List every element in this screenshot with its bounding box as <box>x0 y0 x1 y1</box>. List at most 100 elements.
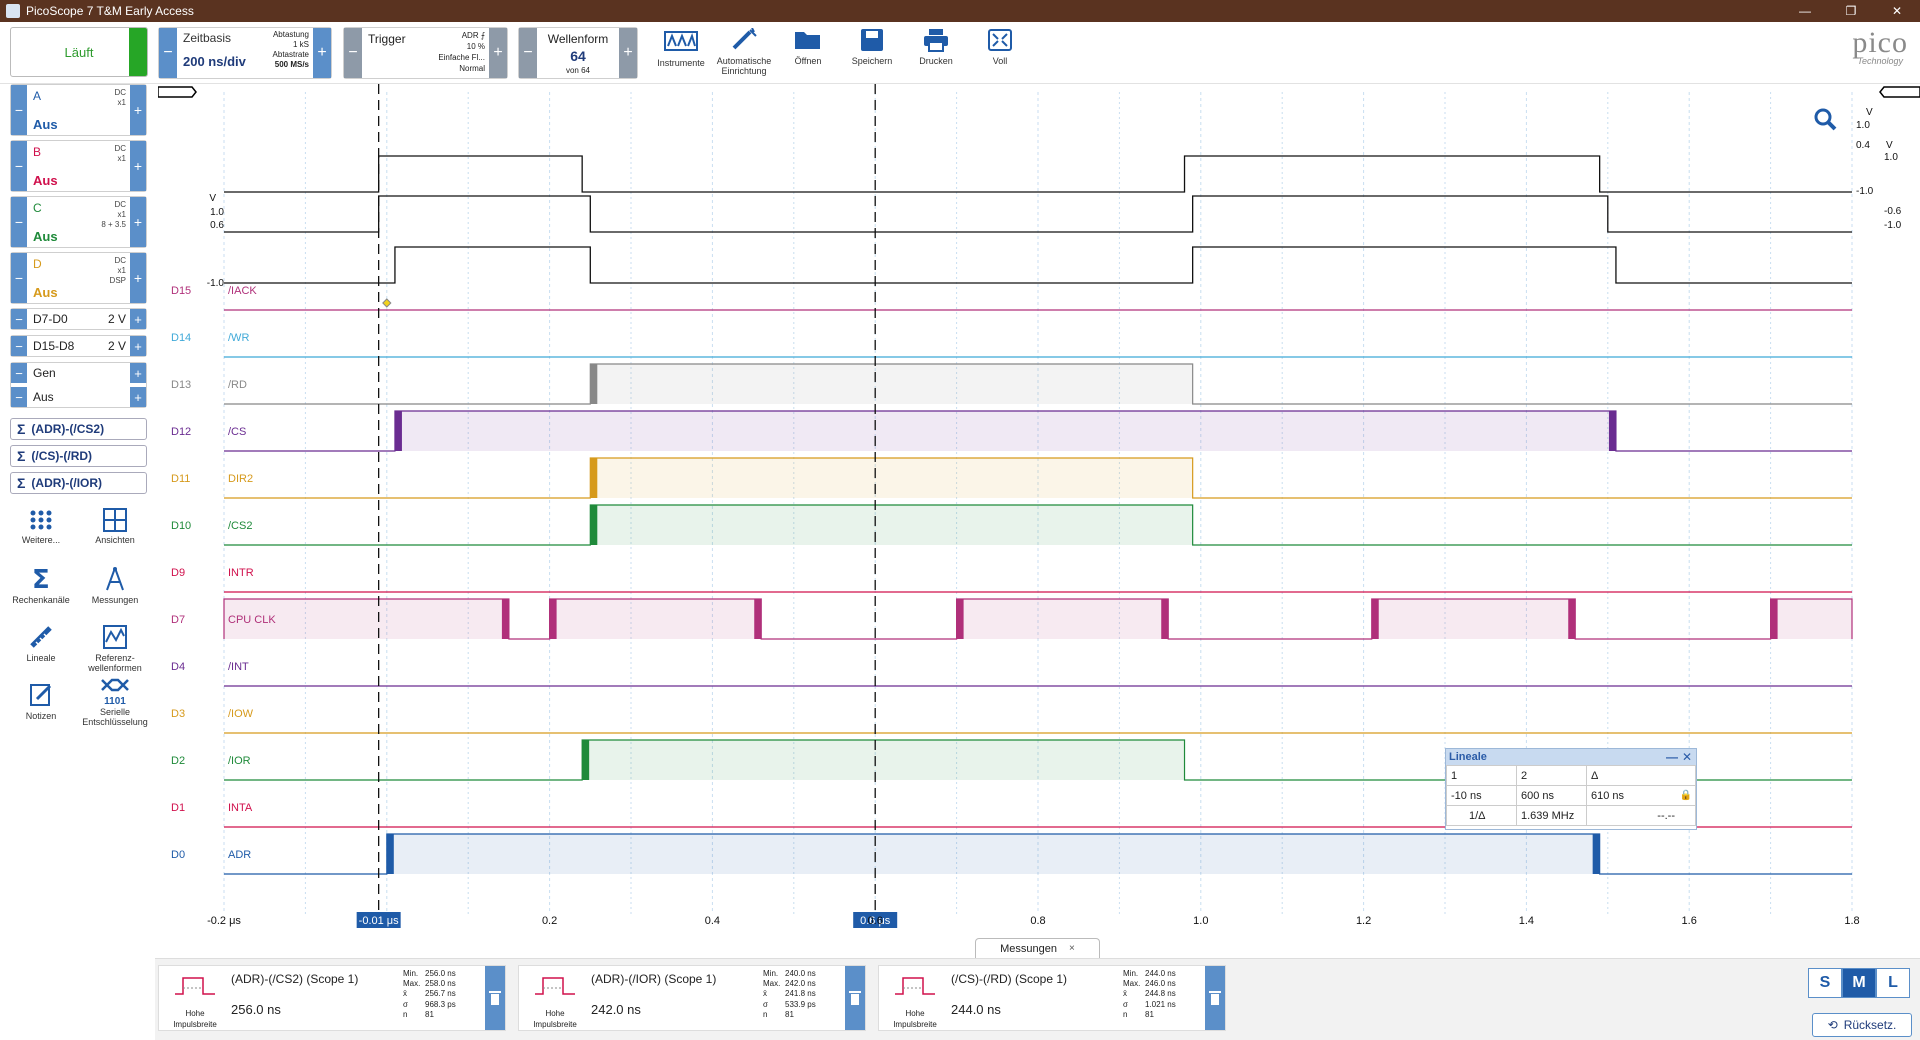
views-button[interactable]: Ansichten <box>80 508 150 545</box>
channel-d-status: Aus <box>33 285 58 300</box>
maximize-button[interactable]: ❐ <box>1828 0 1874 22</box>
math-channels-button[interactable]: Σ Rechenkanäle <box>6 566 76 605</box>
instruments-button[interactable]: Instrumente <box>650 26 712 80</box>
timebase-decrease-button[interactable]: − <box>159 28 177 78</box>
size-s-button[interactable]: S <box>1808 968 1842 998</box>
rulers-window-header[interactable]: Lineale — ✕ <box>1446 749 1696 765</box>
digital-edge-marker <box>590 458 598 498</box>
auto-setup-button[interactable]: Automatische Einrichtung <box>712 26 776 80</box>
analog-axis-label-right-5: -0.6 <box>1884 206 1902 217</box>
offset-marker-left <box>158 86 197 98</box>
digital-pulse-fill <box>224 599 509 639</box>
digital-edge-marker <box>590 364 598 404</box>
channel-d-decrease[interactable]: − <box>11 253 27 303</box>
save-button[interactable]: Speichern <box>841 26 903 80</box>
digital-group-d15-d8[interactable]: − D15-D8 2 V + <box>10 335 147 357</box>
generator-card[interactable]: − − Gen Aus + + <box>10 362 147 408</box>
digital-edge-marker <box>1371 599 1379 639</box>
reset-button[interactable]: ⟲ Rücksetz. <box>1812 1013 1912 1037</box>
d15-d8-decrease[interactable]: − <box>11 336 27 356</box>
measurement-card-2[interactable]: Hohe Impulsbreite (ADR)-(/IOR) (Scope 1)… <box>518 965 866 1031</box>
digital-channel-id: D2 <box>171 755 185 767</box>
waveform-next-button[interactable]: + <box>619 28 637 78</box>
digital-channel-name: /WR <box>228 332 249 344</box>
channel-b-increase[interactable]: + <box>130 141 146 191</box>
close-button[interactable]: ✕ <box>1874 0 1920 22</box>
digital-channel-name: ADR <box>228 849 251 861</box>
math-channel-1[interactable]: Σ (ADR)-(/CS2) <box>10 418 147 440</box>
digital-group-d7-d0[interactable]: − D7-D0 2 V + <box>10 308 147 330</box>
rulers-window[interactable]: Lineale — ✕ 1 2 Δ -10 ns 600 ns 610 ns 🔒 … <box>1445 748 1697 830</box>
open-button[interactable]: Öffnen <box>777 26 839 80</box>
d7-d0-increase[interactable]: + <box>130 309 146 329</box>
digital-channel-name: /INT <box>228 661 249 673</box>
reference-waveforms-button[interactable]: Referenz-wellenformen <box>80 624 150 673</box>
digital-pulse-fill <box>956 599 1169 639</box>
channel-c-card[interactable]: − C Aus DC x1 8 + 3.5 + <box>10 196 147 248</box>
pulse-width-icon <box>175 977 215 995</box>
generator-increase-2[interactable]: + <box>130 387 146 407</box>
channel-b-card[interactable]: − B Aus DC x1 + <box>10 140 147 192</box>
trigger-source: ADR <box>461 31 479 40</box>
channel-a-increase[interactable]: + <box>130 85 146 135</box>
sigma-icon: Σ <box>17 421 26 437</box>
waveform-index[interactable]: 64 <box>537 48 619 64</box>
trigger-mode[interactable]: Normal <box>438 63 485 74</box>
measurements-tab[interactable]: Messungen × <box>975 938 1100 958</box>
measurement-card-1[interactable]: Hohe Impulsbreite (ADR)-(/CS2) (Scope 1)… <box>158 965 506 1031</box>
title-bar: PicoScope 7 T&M Early Access — ❐ ✕ <box>0 0 1920 22</box>
serial-decode-button[interactable]: 1101 Serielle Entschlüsselung <box>80 676 150 727</box>
channel-b-decrease[interactable]: − <box>11 141 27 191</box>
toolbar: Läuft − Zeitbasis 200 ns/div Abtastung 1… <box>0 22 1920 84</box>
channel-b-status: Aus <box>33 173 58 188</box>
channel-c-increase[interactable]: + <box>130 197 146 247</box>
channel-b-probe: x1 <box>117 154 126 163</box>
d15-d8-increase[interactable]: + <box>130 336 146 356</box>
generator-decrease[interactable]: − <box>11 363 27 383</box>
timebase-value[interactable]: 200 ns/div <box>183 54 246 69</box>
notes-button[interactable]: Notizen <box>6 682 76 721</box>
channel-d-increase[interactable]: + <box>130 253 146 303</box>
rulers-button[interactable]: Lineale <box>6 624 76 663</box>
channel-a-card[interactable]: − A Aus DC x1 + <box>10 84 147 136</box>
print-button[interactable]: Drucken <box>905 26 967 80</box>
channel-a-decrease[interactable]: − <box>11 85 27 135</box>
trigger-decrease-button[interactable]: − <box>344 28 362 78</box>
waveform-prev-button[interactable]: − <box>519 28 537 78</box>
measurement-card-3[interactable]: Hohe Impulsbreite (/CS)-(/RD) (Scope 1) … <box>878 965 1226 1031</box>
measurements-button[interactable]: Messungen <box>80 566 150 605</box>
measurements-label: Messungen <box>91 595 139 605</box>
timebase-increase-button[interactable]: + <box>313 28 331 78</box>
minimize-button[interactable]: — <box>1782 0 1828 22</box>
reset-label: Rücksetz. <box>1843 1018 1897 1032</box>
fullscreen-button[interactable]: Voll <box>969 26 1031 80</box>
math-channel-3[interactable]: Σ (ADR)-(/IOR) <box>10 472 147 494</box>
d7-d0-decrease[interactable]: − <box>11 309 27 329</box>
delete-measurement-2-button[interactable] <box>845 966 865 1030</box>
generator-increase[interactable]: + <box>130 363 146 383</box>
math-channel-2[interactable]: Σ (/CS)-(/RD) <box>10 445 147 467</box>
channel-b-name: B <box>33 145 42 159</box>
measurements-bar: Hohe Impulsbreite (ADR)-(/CS2) (Scope 1)… <box>155 958 1920 1040</box>
generator-decrease-2[interactable]: − <box>11 387 27 407</box>
channel-c-decrease[interactable]: − <box>11 197 27 247</box>
lock-icon[interactable]: 🔒 <box>1680 790 1692 801</box>
digital-channel-id: D13 <box>171 379 191 391</box>
channel-d-card[interactable]: − D Aus DC x1 DSP + <box>10 252 147 304</box>
trigger-label: Trigger <box>368 32 406 46</box>
delete-measurement-1-button[interactable] <box>485 966 505 1030</box>
channel-c-filter: 8 + 3.5 <box>101 220 126 229</box>
channel-c-coupling: DC <box>114 200 126 209</box>
size-l-button[interactable]: L <box>1876 968 1910 998</box>
measurements-tab-close[interactable]: × <box>1069 943 1075 954</box>
rulers-window-close-button[interactable]: ✕ <box>1682 750 1692 764</box>
rulers-window-minimize-button[interactable]: — <box>1666 750 1678 764</box>
delete-measurement-3-button[interactable] <box>1205 966 1225 1030</box>
run-stop-button[interactable]: Läuft <box>10 27 148 77</box>
channel-c-probe: x1 <box>117 210 126 219</box>
size-m-button[interactable]: M <box>1842 968 1876 998</box>
more-button[interactable]: Weitere... <box>6 508 76 545</box>
digital-pulse-fill <box>549 599 762 639</box>
trigger-increase-button[interactable]: + <box>489 28 507 78</box>
digital-edge-marker <box>549 599 557 639</box>
